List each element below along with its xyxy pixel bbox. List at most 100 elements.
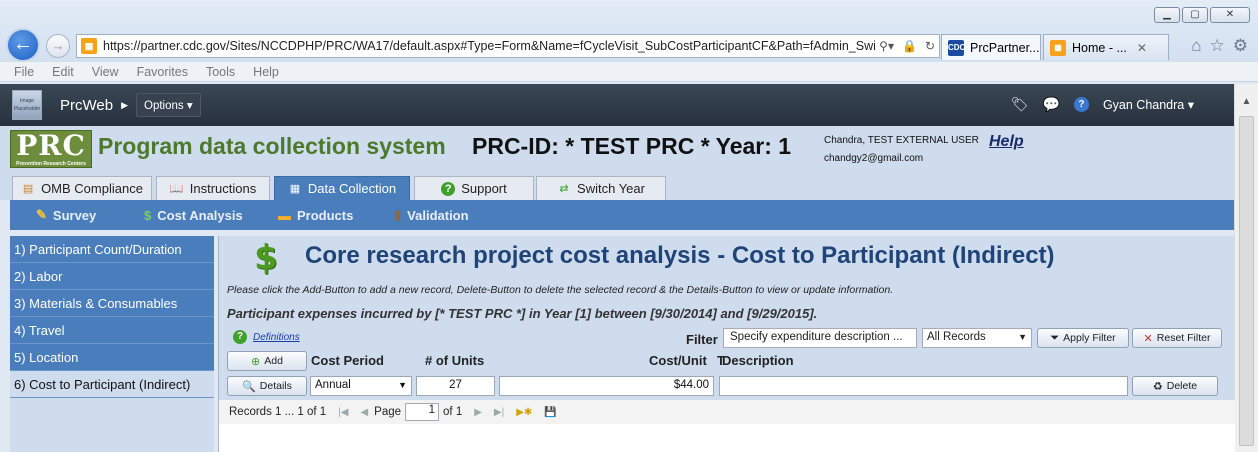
back-button[interactable]: ← — [6, 28, 40, 62]
details-button[interactable]: 🔍 Details — [227, 376, 307, 396]
leftnav-labor[interactable]: 2) Labor — [10, 263, 214, 290]
save-icon[interactable]: 💾 — [544, 407, 556, 418]
filter-select[interactable]: All Records ▼ — [922, 328, 1032, 348]
help-icon: ? — [233, 330, 247, 344]
leftnav-cost-to-participant[interactable]: 6) Cost to Participant (Indirect) — [10, 371, 214, 398]
tab-instructions[interactable]: 📖 Instructions — [156, 176, 270, 200]
browser-tab-home[interactable]: ▦ Home - ... ✕ — [1043, 34, 1169, 60]
apply-filter-label: Apply Filter — [1063, 332, 1116, 344]
delete-button[interactable]: ♻ Delete — [1132, 376, 1218, 396]
details-label: Details — [259, 380, 292, 392]
menu-tools[interactable]: Tools — [206, 65, 235, 79]
help-icon[interactable]: ? — [1073, 97, 1089, 112]
refresh-icon[interactable]: ↻ — [921, 39, 939, 53]
apply-filter-button[interactable]: ⏷ Apply Filter — [1037, 328, 1129, 348]
leftnav-materials[interactable]: 3) Materials & Consumables — [10, 290, 214, 317]
last-page-icon[interactable]: ▶| — [494, 407, 504, 418]
reset-filter-label: Reset Filter — [1156, 332, 1211, 344]
column-description: Description — [722, 353, 794, 368]
lock-icon[interactable]: 🔒 — [898, 39, 921, 53]
home-icon[interactable]: ⌂ — [1191, 36, 1201, 56]
page-of-label: of 1 — [443, 406, 463, 418]
search-icon[interactable]: ⚲▾ — [875, 39, 898, 53]
reset-filter-button[interactable]: ✕ Reset Filter — [1132, 328, 1222, 348]
definitions-link[interactable]: Definitions — [253, 332, 300, 343]
cost-period-select[interactable]: Annual ▼ — [310, 376, 412, 396]
column-cost-unit: Cost/Unit — [649, 353, 707, 368]
caret-right-icon: ▶ — [121, 99, 128, 110]
first-page-icon[interactable]: |◀ — [338, 407, 348, 418]
tab-label: Switch Year — [577, 181, 645, 196]
page-number-input[interactable]: 1 — [405, 403, 440, 421]
subnav-label: Validation — [407, 207, 469, 223]
main-content: $ Core research project cost analysis - … — [218, 236, 1235, 452]
site-favicon-icon: ▦ — [81, 38, 97, 54]
leftnav-participant-count[interactable]: 1) Participant Count/Duration — [10, 236, 214, 263]
funnel-clear-icon: ✕ — [1143, 332, 1153, 345]
tab-switch-year[interactable]: ⇄ Switch Year — [536, 176, 666, 200]
url-text[interactable]: https://partner.cdc.gov/Sites/NCCDPHP/PR… — [103, 39, 875, 53]
tag-icon[interactable]: 🏷 — [1011, 96, 1029, 113]
tab-omb-compliance[interactable]: ▤ OMB Compliance — [12, 176, 152, 200]
column-units: # of Units — [425, 353, 485, 368]
grid-empty-area — [219, 424, 1235, 452]
subnav-label: Products — [297, 207, 354, 223]
address-bar[interactable]: ▦ https://partner.cdc.gov/Sites/NCCDPHP/… — [76, 34, 940, 58]
options-label: Options — [144, 100, 184, 112]
sub-nav: ✎ Survey $ Cost Analysis ▬ Products ▮ Va… — [10, 200, 1234, 230]
cost-unit-input[interactable]: $44.00 — [499, 376, 714, 396]
close-window-button[interactable]: ✕ — [1210, 7, 1250, 23]
book-icon: 📖 — [169, 182, 184, 195]
tab-label: Instructions — [189, 181, 257, 196]
browser-toolbar-icons: ⌂ ☆ ⚙ — [1191, 36, 1248, 56]
user-info: Chandra, TEST EXTERNAL USER chandgy2@gma… — [824, 132, 979, 168]
next-page-icon[interactable]: ▶ — [474, 407, 482, 418]
menu-view[interactable]: View — [92, 65, 119, 79]
options-menu[interactable]: Options ▾ — [136, 93, 201, 117]
add-record-icon[interactable]: ▶✱ — [516, 407, 532, 418]
trash-icon: ♻ — [1152, 380, 1163, 393]
close-tab-icon[interactable]: ✕ — [1137, 41, 1147, 55]
page-scrollbar[interactable]: ▲ — [1234, 84, 1258, 452]
window-controls: ▁ ▢ ✕ — [1154, 7, 1250, 23]
units-input[interactable]: 27 — [416, 376, 495, 396]
chat-icon[interactable]: 💬 — [1043, 96, 1060, 113]
maximize-button[interactable]: ▢ — [1182, 7, 1208, 23]
leftnav-location[interactable]: 5) Location — [10, 344, 214, 371]
records-count: Records 1 ... 1 of 1 — [229, 406, 327, 418]
cost-period-value: Annual — [315, 379, 351, 391]
settings-gear-icon[interactable]: ⚙ — [1233, 36, 1248, 56]
browser-tab-prcpartner[interactable]: CDC PrcPartner... — [941, 34, 1041, 60]
subnav-cost-analysis[interactable]: $ Cost Analysis — [144, 208, 243, 223]
scroll-up-icon[interactable]: ▲ — [1235, 96, 1258, 116]
menu-edit[interactable]: Edit — [52, 65, 74, 79]
subnav-products[interactable]: ▬ Products — [278, 208, 353, 223]
user-menu[interactable]: Gyan Chandra ▾ — [1103, 97, 1194, 112]
tab-data-collection[interactable]: ▦ Data Collection — [274, 176, 410, 200]
subnav-survey[interactable]: ✎ Survey — [36, 207, 96, 223]
menu-help[interactable]: Help — [253, 65, 279, 79]
book-icon: ▮ — [394, 207, 402, 222]
filter-input[interactable]: Specify expenditure description ... — [723, 328, 917, 348]
leftnav-travel[interactable]: 4) Travel — [10, 317, 214, 344]
menu-favorites[interactable]: Favorites — [137, 65, 188, 79]
app-name[interactable]: PrcWeb — [60, 97, 113, 114]
prev-page-icon[interactable]: ◀ — [360, 407, 368, 418]
menu-file[interactable]: File — [14, 65, 34, 79]
title-band: PRC Prevention Research Centers Program d… — [0, 126, 1234, 172]
minimize-button[interactable]: ▁ — [1154, 7, 1180, 23]
tab-support[interactable]: ? Support — [414, 176, 534, 200]
description-input[interactable] — [719, 376, 1128, 396]
user-info-name: Chandra, TEST EXTERNAL USER — [824, 135, 979, 146]
tab-label: Home - ... — [1072, 40, 1127, 55]
favorites-star-icon[interactable]: ☆ — [1210, 36, 1225, 56]
pencil-icon: ✎ — [36, 207, 47, 222]
app-logo[interactable]: Image Placeholder — [12, 90, 42, 120]
forward-button[interactable]: → — [46, 34, 70, 58]
dollar-icon: $ — [144, 207, 152, 223]
subnav-validation[interactable]: ▮ Validation — [394, 207, 469, 223]
add-button[interactable]: ⊕ Add — [227, 351, 307, 371]
expenses-text: Participant expenses incurred by [* TEST… — [227, 306, 818, 321]
scroll-thumb[interactable] — [1239, 116, 1254, 446]
help-link[interactable]: Help — [989, 133, 1024, 151]
